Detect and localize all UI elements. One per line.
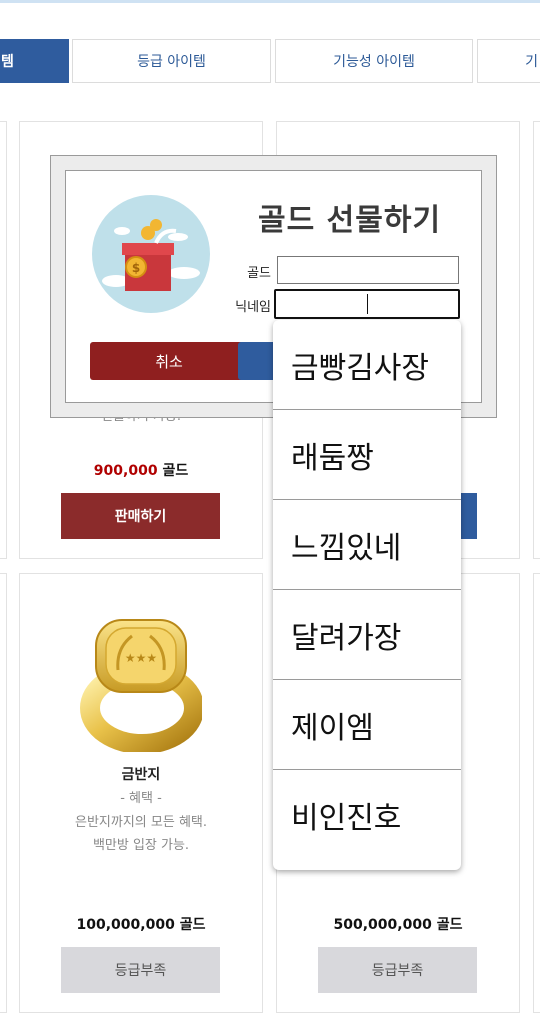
nickname-input[interactable] bbox=[274, 289, 460, 319]
confirm-button[interactable] bbox=[238, 342, 278, 380]
tab-all-items[interactable]: 템 bbox=[0, 39, 69, 83]
autocomplete-option[interactable]: 느낌있네 bbox=[273, 500, 461, 590]
tab-next[interactable]: 기 bbox=[477, 39, 540, 83]
cancel-button[interactable]: 취소 bbox=[90, 342, 248, 380]
autocomplete-option[interactable]: 금빵김사장 bbox=[273, 320, 461, 410]
tab-grade-items[interactable]: 등급 아이템 bbox=[72, 39, 271, 83]
svg-text:★★★: ★★★ bbox=[125, 651, 157, 665]
nickname-autocomplete-list: 금빵김사장 래둠짱 느낌있네 달려가장 제이엠 비인진호 bbox=[273, 320, 461, 870]
tab-functional-items[interactable]: 기능성 아이템 bbox=[275, 39, 473, 83]
autocomplete-option[interactable]: 달려가장 bbox=[273, 590, 461, 680]
product-card-left-partial bbox=[0, 121, 7, 559]
tab-label: 기 bbox=[525, 54, 538, 70]
top-accent-bar bbox=[0, 0, 540, 3]
item-price: 100,000,000 골드 bbox=[76, 917, 206, 933]
product-card-right-partial bbox=[533, 573, 540, 1013]
price-unit: 골드 bbox=[162, 463, 189, 479]
insufficient-grade-button[interactable]: 등급부족 bbox=[318, 947, 477, 993]
tab-label: 템 bbox=[1, 54, 14, 70]
gold-amount-input[interactable] bbox=[277, 256, 459, 284]
svg-text:$: $ bbox=[132, 261, 140, 275]
item-price: 900,000 골드 bbox=[19, 460, 263, 480]
gold-ring-image: ★★★ bbox=[80, 619, 202, 752]
tab-label: 기능성 아이템 bbox=[333, 54, 415, 70]
item-description: 백만방 입장 가능. bbox=[92, 838, 190, 853]
autocomplete-option[interactable]: 제이엠 bbox=[273, 680, 461, 770]
sell-button[interactable]: 판매하기 bbox=[61, 493, 220, 539]
text-cursor bbox=[367, 294, 368, 314]
modal-title: 골드 선물하기 bbox=[258, 203, 442, 238]
autocomplete-option[interactable]: 비인진호 bbox=[273, 770, 461, 860]
product-card-left-partial bbox=[0, 573, 7, 1013]
tab-label: 등급 아이템 bbox=[137, 54, 206, 70]
insufficient-grade-button[interactable]: 등급부족 bbox=[61, 947, 220, 993]
gift-box-icon: $ bbox=[92, 195, 210, 313]
autocomplete-option[interactable]: 래둠짱 bbox=[273, 410, 461, 500]
gold-label: 골드 bbox=[247, 266, 271, 281]
item-price: 500,000,000 골드 bbox=[333, 917, 463, 933]
price-value: 900,000 bbox=[93, 463, 158, 479]
item-name: 금반지 bbox=[121, 767, 161, 783]
product-card-right-partial bbox=[533, 121, 540, 559]
item-description: 은반지까지의 모든 혜택. bbox=[75, 815, 207, 830]
item-benefit-heading: - 혜택 - bbox=[120, 791, 162, 806]
nickname-label: 닉네임 bbox=[235, 300, 271, 315]
